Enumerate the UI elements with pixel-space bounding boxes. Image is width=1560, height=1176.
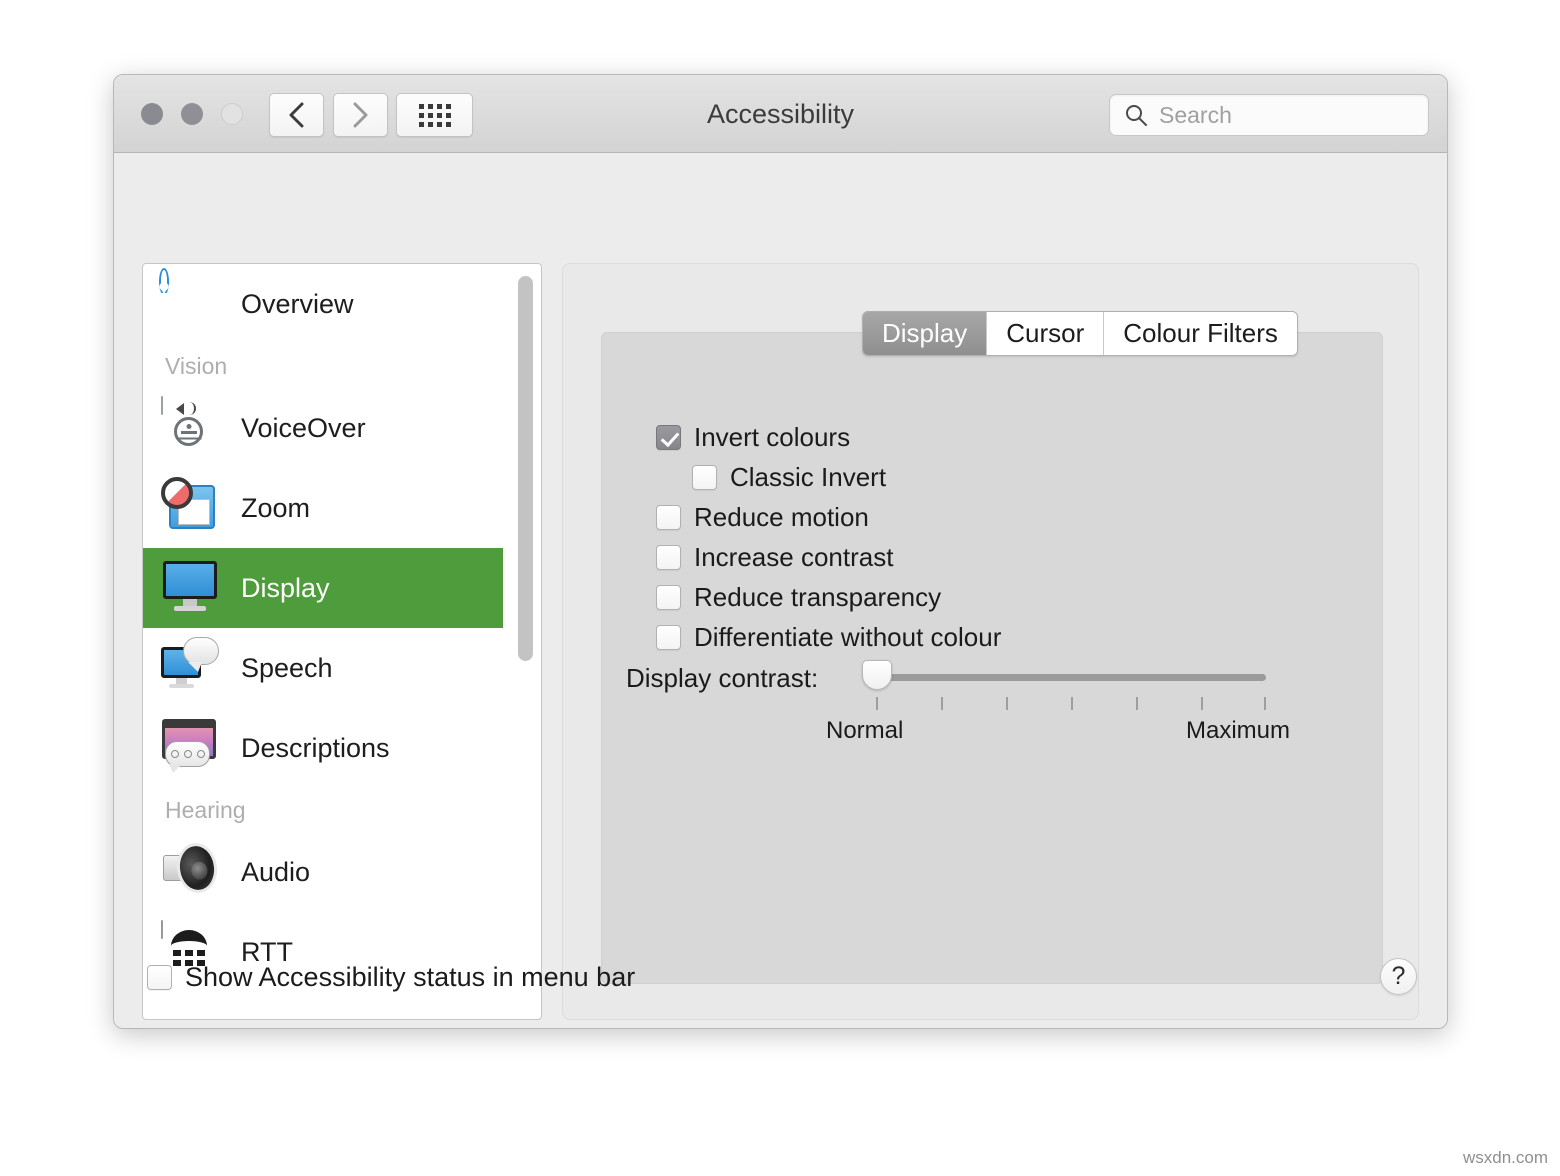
checkbox-label: Reduce motion: [694, 502, 869, 533]
sidebar-item-label: Descriptions: [241, 733, 390, 764]
sidebar-item-voiceover[interactable]: VoiceOver: [143, 388, 503, 468]
sidebar-item-speech[interactable]: Speech: [143, 628, 503, 708]
window-footer: Show Accessibility status in menu bar ?: [114, 942, 1447, 1029]
descriptions-icon: [161, 717, 223, 779]
display-contrast-thumb[interactable]: [862, 660, 892, 690]
search-icon: [1124, 103, 1148, 127]
checkbox-row-reduce-transparency[interactable]: Reduce transparency: [656, 577, 1001, 617]
slider-max-label: Maximum: [1186, 717, 1290, 745]
checkbox-row-show-status-menu-bar[interactable]: Show Accessibility status in menu bar: [147, 962, 635, 993]
reduce-motion-checkbox[interactable]: [656, 505, 681, 530]
display-contrast-track[interactable]: [876, 674, 1266, 681]
display-tab-content: Invert colours Classic Invert Reduce mot…: [601, 332, 1383, 984]
zoom-magnifier-icon: [161, 477, 223, 539]
display-contrast-label: Display contrast:: [626, 663, 818, 694]
tab-cursor[interactable]: Cursor: [987, 312, 1104, 355]
sidebar-scrollbar-thumb[interactable]: [518, 276, 533, 661]
sidebar-item-display[interactable]: Display: [143, 548, 503, 628]
speech-bubble-icon: [161, 637, 223, 699]
checkbox-label: Classic Invert: [730, 462, 886, 493]
checkbox-label: Increase contrast: [694, 542, 893, 573]
search-placeholder: Search: [1159, 102, 1232, 129]
checkbox-label: Reduce transparency: [694, 582, 941, 613]
sidebar-item-label: Zoom: [241, 493, 310, 524]
checkbox-label: Differentiate without colour: [694, 622, 1001, 653]
sidebar-item-label: VoiceOver: [241, 413, 366, 444]
sidebar-item-zoom[interactable]: Zoom: [143, 468, 503, 548]
system-preferences-window: Accessibility Search Overview: [113, 74, 1448, 1029]
sidebar-scroll-area: Overview Vision VoiceOver: [143, 264, 541, 1019]
tab-colour-filters[interactable]: Colour Filters: [1104, 312, 1297, 355]
increase-contrast-checkbox[interactable]: [656, 545, 681, 570]
sidebar-item-audio[interactable]: Audio: [143, 832, 503, 912]
sidebar-item-label: Overview: [241, 289, 354, 320]
reduce-transparency-checkbox[interactable]: [656, 585, 681, 610]
slider-min-label: Normal: [826, 717, 903, 745]
sidebar-item-label: Display: [241, 573, 330, 604]
checkbox-row-increase-contrast[interactable]: Increase contrast: [656, 537, 1001, 577]
checkbox-row-reduce-motion[interactable]: Reduce motion: [656, 497, 1001, 537]
sidebar-items: Overview Vision VoiceOver: [143, 264, 503, 992]
window-titlebar: Accessibility Search: [114, 75, 1447, 153]
display-monitor-icon: [161, 557, 223, 619]
sidebar-item-descriptions[interactable]: Descriptions: [143, 708, 503, 788]
checkbox-row-invert-colours[interactable]: Invert colours: [656, 417, 1001, 457]
window-body: Overview Vision VoiceOver: [114, 153, 1447, 1029]
display-contrast-ticks: [876, 697, 1266, 711]
tab-display[interactable]: Display: [863, 312, 987, 355]
show-accessibility-status-checkbox[interactable]: [147, 965, 172, 990]
differentiate-without-colour-checkbox[interactable]: [656, 625, 681, 650]
classic-invert-checkbox[interactable]: [692, 465, 717, 490]
checkbox-row-differentiate-without-colour[interactable]: Differentiate without colour: [656, 617, 1001, 657]
display-settings-pane: Display Cursor Colour Filters Invert col…: [562, 263, 1419, 1020]
checkbox-row-classic-invert[interactable]: Classic Invert: [692, 457, 1001, 497]
voiceover-icon: [161, 397, 223, 459]
help-button[interactable]: ?: [1380, 958, 1417, 995]
invert-colours-checkbox[interactable]: [656, 425, 681, 450]
sidebar-item-label: Speech: [241, 653, 333, 684]
sidebar-group-hearing: Hearing: [143, 788, 503, 832]
accessibility-feature-list: Overview Vision VoiceOver: [142, 263, 542, 1020]
settings-tab-bar: Display Cursor Colour Filters: [862, 311, 1298, 356]
sidebar-group-vision: Vision: [143, 344, 503, 388]
accessibility-person-icon: [161, 273, 223, 335]
checkbox-label: Show Accessibility status in menu bar: [185, 962, 635, 993]
display-options-list: Invert colours Classic Invert Reduce mot…: [656, 417, 1001, 657]
sidebar-item-label: Audio: [241, 857, 310, 888]
checkbox-label: Invert colours: [694, 422, 850, 453]
watermark: wsxdn.com: [1463, 1148, 1548, 1168]
speaker-icon: [161, 841, 223, 903]
search-field[interactable]: Search: [1109, 94, 1429, 136]
sidebar-scrollbar[interactable]: [518, 274, 533, 1011]
sidebar-item-overview[interactable]: Overview: [143, 264, 503, 344]
